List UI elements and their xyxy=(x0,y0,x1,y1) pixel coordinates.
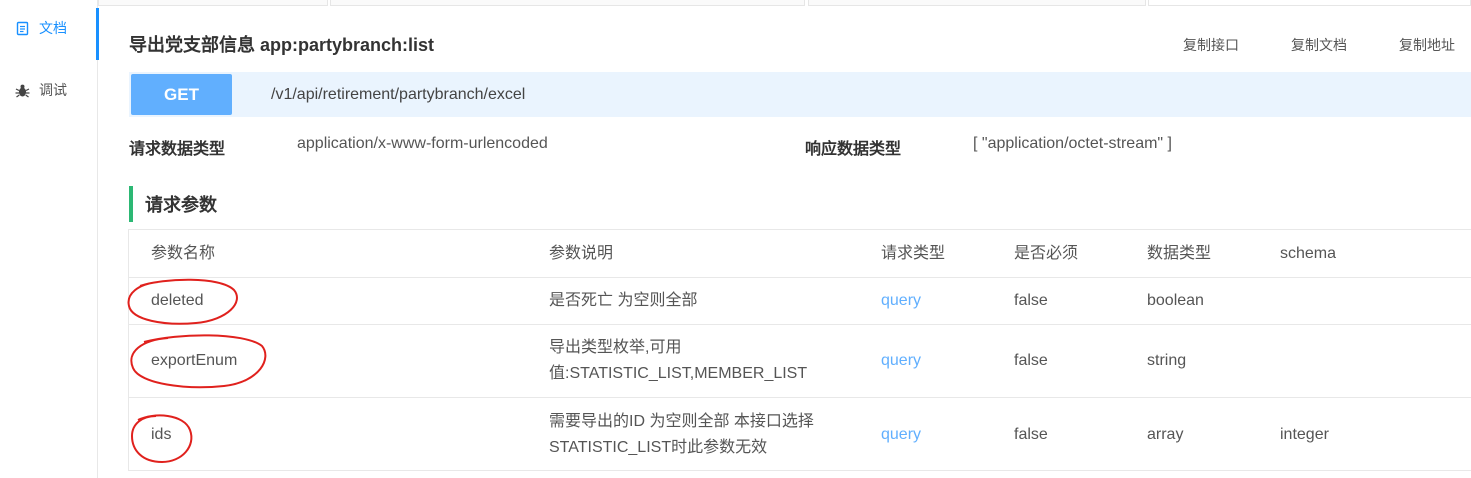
tab[interactable] xyxy=(808,0,1146,6)
document-icon xyxy=(13,19,31,37)
param-in: query xyxy=(881,425,922,443)
column-header: 是否必须 xyxy=(1014,244,1079,262)
param-description: 需要导出的ID 为空则全部 本接口选择 STATISTIC_LIST时此参数无效 xyxy=(549,398,849,471)
api-path: /v1/api/retirement/partybranch/excel xyxy=(271,85,526,103)
column-header: 参数名称 xyxy=(151,244,216,262)
sidebar-item-docs[interactable]: 文档 xyxy=(0,8,99,60)
param-name: exportEnum xyxy=(151,352,238,369)
url-bar: GET /v1/api/retirement/partybranch/excel xyxy=(129,72,1471,117)
param-required: false xyxy=(1014,292,1048,309)
top-tab-strip xyxy=(98,0,1471,6)
param-schema xyxy=(1280,278,1430,324)
param-schema xyxy=(1280,325,1430,397)
param-type: array xyxy=(1147,425,1184,443)
param-description-line: 需要导出的ID 为空则全部 本接口选择 xyxy=(549,412,814,430)
copy-url-button[interactable]: 复制地址 xyxy=(1399,35,1455,55)
column-header: 数据类型 xyxy=(1147,244,1212,262)
sidebar-item-label: 调试 xyxy=(39,82,67,98)
bug-icon xyxy=(13,81,31,99)
param-description-line: 是否死亡 为空则全部 xyxy=(549,292,698,309)
column-header: 参数说明 xyxy=(549,244,614,262)
param-type: boolean xyxy=(1147,292,1204,309)
param-required: false xyxy=(1014,425,1048,443)
param-description-line: 导出类型枚举,可用 xyxy=(549,339,682,356)
section-title-params: 请求参数 xyxy=(129,186,217,222)
param-type: string xyxy=(1147,352,1187,369)
table-row: exportEnum 导出类型枚举,可用 值:STATISTIC_LIST,ME… xyxy=(129,325,1471,398)
copy-doc-button[interactable]: 复制文档 xyxy=(1291,35,1347,55)
request-type-value: application/x-www-form-urlencoded xyxy=(297,135,548,152)
param-name: deleted xyxy=(151,292,204,309)
param-name: ids xyxy=(151,425,172,443)
column-header: 请求类型 xyxy=(881,244,946,262)
param-schema: integer xyxy=(1280,425,1329,443)
tab[interactable] xyxy=(330,0,805,6)
param-in: query xyxy=(881,292,922,309)
table-row: deleted 是否死亡 为空则全部 query false boolean xyxy=(129,278,1471,325)
sidebar-item-debug[interactable]: 调试 xyxy=(0,71,97,109)
response-type-value: [ "application/octet-stream" ] xyxy=(973,135,1172,152)
column-header: schema xyxy=(1280,244,1337,262)
page-title: 导出党支部信息 app:partybranch:list xyxy=(129,35,435,55)
sidebar-item-label: 文档 xyxy=(39,20,67,36)
tab[interactable] xyxy=(98,0,328,6)
param-in: query xyxy=(881,352,922,369)
active-indicator xyxy=(96,8,99,60)
param-description-line: 值:STATISTIC_LIST,MEMBER_LIST xyxy=(549,365,808,382)
param-description: 是否死亡 为空则全部 xyxy=(549,278,849,324)
params-table: 参数名称 参数说明 请求类型 是否必须 数据类型 schema deleted … xyxy=(128,229,1471,471)
param-description: 导出类型枚举,可用 值:STATISTIC_LIST,MEMBER_LIST xyxy=(549,325,849,397)
table-header-row: 参数名称 参数说明 请求类型 是否必须 数据类型 schema xyxy=(129,230,1471,278)
header-actions: 复制接口 复制文档 复制地址 xyxy=(1131,35,1455,55)
param-required: false xyxy=(1014,352,1048,369)
param-description-line: STATISTIC_LIST时此参数无效 xyxy=(549,438,768,456)
request-type-label: 请求数据类型 xyxy=(129,141,226,158)
sidebar: 文档 调试 xyxy=(0,0,99,478)
http-method-badge: GET xyxy=(131,74,232,115)
tab[interactable] xyxy=(1148,0,1471,6)
table-row: ids 需要导出的ID 为空则全部 本接口选择 STATISTIC_LIST时此… xyxy=(129,398,1471,471)
response-type-label: 响应数据类型 xyxy=(805,141,902,158)
copy-api-button[interactable]: 复制接口 xyxy=(1183,35,1239,55)
